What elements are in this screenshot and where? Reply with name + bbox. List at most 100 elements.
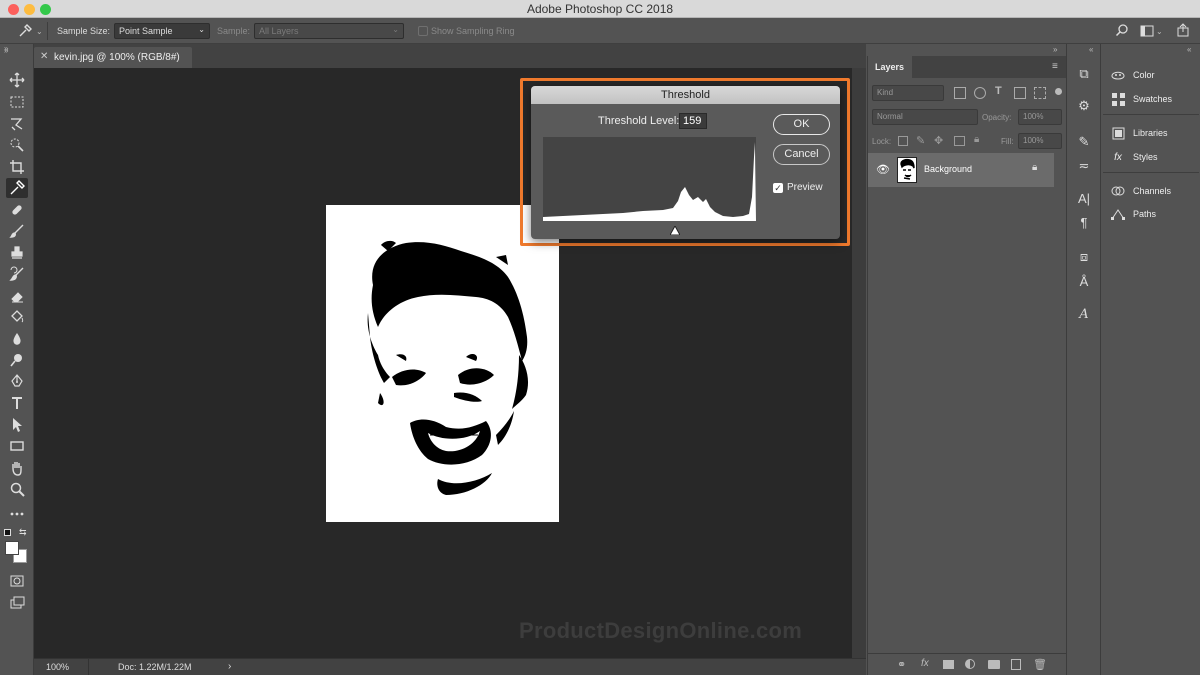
quick-selection-tool-icon[interactable] (6, 135, 28, 155)
collapse-icon[interactable]: « (1187, 45, 1192, 54)
lock-all-icon[interactable]: 🔒︎ (974, 134, 979, 145)
layer-style-icon[interactable]: fx (921, 658, 929, 669)
panel-swatches[interactable]: Swatches (1111, 91, 1172, 107)
clone-stamp-tool-icon[interactable] (6, 243, 28, 263)
link-layers-icon[interactable]: ⚭ (897, 658, 906, 671)
pen-tool-icon[interactable] (6, 372, 28, 392)
app-title: Adobe Photoshop CC 2018 (526, 2, 674, 16)
panel-color[interactable]: Color (1111, 67, 1155, 83)
quick-mask-icon[interactable] (6, 571, 28, 591)
close-icon[interactable]: ✕ (40, 51, 48, 62)
collapse-icon[interactable]: « (1089, 45, 1094, 54)
marquee-tool-icon[interactable] (6, 92, 28, 112)
new-group-icon[interactable] (988, 660, 1000, 669)
history-icon[interactable]: ⧉ (1076, 66, 1092, 82)
panel-libraries[interactable]: Libraries (1111, 125, 1168, 141)
eyedropper-tool-icon[interactable] (6, 178, 28, 198)
dodge-tool-icon[interactable] (6, 350, 28, 370)
default-colors-icon[interactable] (4, 529, 11, 536)
tab-layers[interactable]: Layers (868, 56, 912, 78)
new-layer-icon[interactable] (1011, 659, 1021, 670)
sampling-ring-checkbox[interactable] (418, 26, 428, 36)
threshold-slider-handle[interactable] (669, 222, 681, 239)
adjustments-icon[interactable]: ≂ (1076, 158, 1092, 174)
properties-icon[interactable]: ⚙︎ (1076, 98, 1092, 114)
preview-checkbox[interactable]: ✓ (773, 183, 783, 193)
title-bar: Adobe Photoshop CC 2018 (0, 0, 1200, 18)
zoom-tool-icon[interactable] (6, 479, 28, 499)
foreground-color-swatch[interactable] (5, 541, 19, 555)
opacity-input[interactable]: 100% (1018, 109, 1062, 125)
layer-row[interactable]: 👁︎ Background 🔒︎ (868, 153, 1054, 187)
lock-artboard-icon[interactable] (954, 136, 965, 146)
glyphs-icon[interactable]: A (1076, 306, 1092, 322)
brush-settings-icon[interactable]: ✎ (1076, 134, 1092, 150)
healing-brush-tool-icon[interactable] (6, 200, 28, 220)
rectangle-tool-icon[interactable] (6, 436, 28, 456)
history-brush-tool-icon[interactable] (6, 264, 28, 284)
panel-styles[interactable]: fx Styles (1111, 149, 1157, 165)
adjustment-filter-icon[interactable] (974, 87, 986, 99)
sample-size-value: Point Sample (119, 26, 173, 36)
lock-transparent-icon[interactable] (898, 136, 908, 146)
sample-select[interactable]: All Layers ⌄ (254, 23, 404, 39)
fill-label: Fill: (1001, 137, 1014, 146)
clone-source-icon[interactable]: ⧈ (1076, 249, 1092, 265)
fill-input[interactable]: 100% (1018, 133, 1062, 149)
ok-button[interactable]: OK (773, 114, 830, 135)
swap-colors-icon[interactable]: ⇆ (19, 527, 27, 538)
type-tool-icon[interactable] (6, 393, 28, 413)
screen-mode-icon[interactable] (6, 593, 28, 613)
panel-paths[interactable]: Paths (1111, 206, 1156, 222)
lock-pixels-icon[interactable]: ✎ (916, 134, 925, 147)
shape-filter-icon[interactable] (1014, 87, 1026, 99)
divider (1103, 172, 1199, 173)
collapse-icon[interactable]: » (1053, 45, 1058, 54)
blur-tool-icon[interactable] (6, 329, 28, 349)
paragraph-icon[interactable]: ¶ (1076, 214, 1092, 230)
eyedropper-preset-icon[interactable] (18, 24, 32, 43)
hand-tool-icon[interactable] (6, 458, 28, 478)
search-icon[interactable] (1115, 23, 1129, 42)
image-filter-icon[interactable] (954, 87, 966, 99)
workspace-icon[interactable] (1140, 24, 1154, 42)
character-styles-icon[interactable]: Å (1076, 273, 1092, 289)
move-tool-icon[interactable] (6, 70, 28, 90)
filter-toggle-icon[interactable] (1055, 88, 1062, 95)
chevron-down-icon[interactable]: ⌄ (1156, 27, 1163, 36)
add-mask-icon[interactable] (943, 660, 954, 669)
sample-size-select[interactable]: Point Sample ⌄ (114, 23, 210, 39)
histogram-graph (543, 142, 756, 221)
threshold-level-input[interactable]: 159 (679, 113, 707, 129)
share-icon[interactable] (1177, 23, 1189, 42)
eraser-tool-icon[interactable] (6, 286, 28, 306)
histogram[interactable] (543, 137, 756, 221)
lasso-tool-icon[interactable] (6, 114, 28, 134)
chevron-down-icon[interactable]: ⌄ (36, 27, 43, 36)
lock-position-icon[interactable]: ✥ (934, 134, 943, 147)
paint-bucket-tool-icon[interactable] (6, 307, 28, 327)
panel-channels[interactable]: Channels (1111, 183, 1171, 199)
character-icon[interactable]: A| (1076, 190, 1092, 206)
layer-filter-select[interactable]: Kind (872, 85, 944, 101)
more-tools-icon[interactable] (6, 504, 28, 524)
smart-object-filter-icon[interactable] (1034, 87, 1046, 99)
zoom-level[interactable]: 100% (46, 662, 69, 672)
type-filter-icon[interactable]: T (995, 85, 1002, 97)
document-tab[interactable]: ✕ kevin.jpg @ 100% (RGB/8#) (34, 47, 192, 68)
path-selection-tool-icon[interactable] (6, 415, 28, 435)
chevron-right-icon[interactable]: › (228, 661, 231, 672)
cancel-button[interactable]: Cancel (773, 144, 830, 165)
options-bar: ⌄ Sample Size: Point Sample ⌄ Sample: Al… (0, 18, 1200, 44)
panel-swatches-label: Swatches (1133, 94, 1173, 104)
trash-icon[interactable]: 🗑︎ (1033, 658, 1047, 671)
vertical-scrollbar[interactable] (852, 68, 866, 658)
collapse-icon[interactable]: » (4, 46, 9, 55)
adjustment-layer-icon[interactable] (965, 659, 975, 669)
panel-menu-icon[interactable]: ≡ (1052, 61, 1058, 72)
crop-tool-icon[interactable] (6, 157, 28, 177)
brush-tool-icon[interactable] (6, 221, 28, 241)
document-image[interactable] (326, 205, 559, 522)
eye-icon[interactable]: 👁︎ (876, 163, 890, 176)
blend-mode-select[interactable]: Normal (872, 109, 978, 125)
